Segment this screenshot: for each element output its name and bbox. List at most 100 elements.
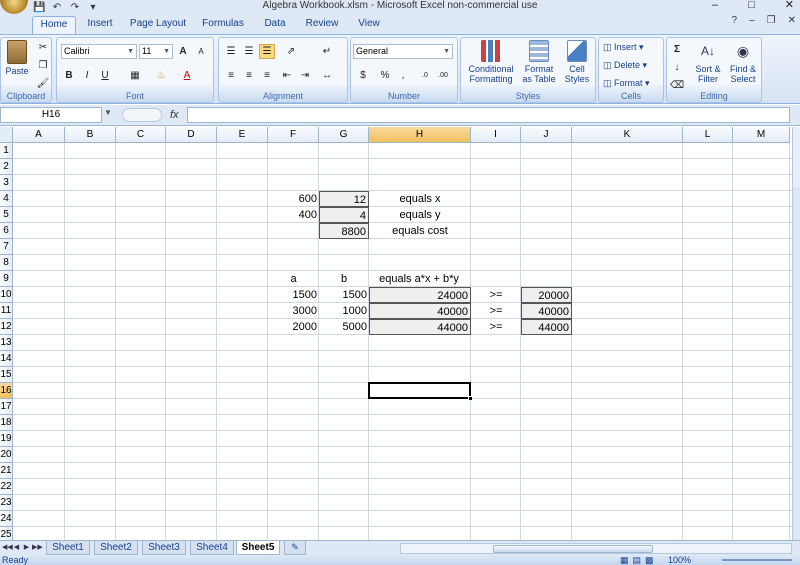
sheet-tab-1[interactable]: Sheet1 (46, 541, 90, 555)
cell-g5[interactable]: 4 (319, 207, 369, 223)
currency-button[interactable]: $ (355, 68, 371, 83)
column-header-h[interactable]: H (369, 127, 471, 143)
row-header-2[interactable]: 2 (0, 159, 13, 175)
cell-h5[interactable]: equals y (369, 207, 471, 223)
column-header-m[interactable]: M (733, 127, 790, 143)
cell-j10[interactable]: 20000 (521, 287, 572, 303)
tab-formulas[interactable]: Formulas (198, 16, 248, 34)
cell-f12[interactable]: 2000 (268, 319, 319, 335)
column-header-k[interactable]: K (572, 127, 683, 143)
underline-button[interactable]: U (97, 68, 113, 83)
cell-g12[interactable]: 5000 (319, 319, 369, 335)
tab-data[interactable]: Data (258, 16, 292, 34)
insert-cells-button[interactable]: ◫ Insert ▾ (603, 42, 661, 52)
cell-g6[interactable]: 8800 (319, 223, 369, 239)
format-as-table-button[interactable]: Format as Table (519, 40, 559, 84)
ribbon-close-button[interactable]: ✕ (788, 15, 796, 26)
align-bottom-icon[interactable]: ☰ (259, 44, 275, 59)
row-header-4[interactable]: 4 (0, 191, 13, 207)
format-cells-button[interactable]: ◫ Format ▾ (603, 78, 661, 88)
row-header-21[interactable]: 21 (0, 463, 13, 479)
percent-button[interactable]: % (377, 68, 393, 83)
maximize-button[interactable]: □ (748, 0, 755, 11)
borders-icon[interactable]: ▦ (127, 68, 143, 83)
tab-home[interactable]: Home (32, 16, 76, 34)
name-box-dropdown-icon[interactable]: ▼ (104, 108, 112, 117)
cell-h12[interactable]: 44000 (369, 319, 471, 335)
cell-j11[interactable]: 40000 (521, 303, 572, 319)
first-sheet-icon[interactable]: ◀◀ (2, 542, 13, 554)
cell-g4[interactable]: 12 (319, 191, 369, 207)
tab-page-layout[interactable]: Page Layout (128, 16, 188, 34)
row-header-11[interactable]: 11 (0, 303, 13, 319)
active-cell-h16[interactable] (368, 382, 473, 401)
cell-h9[interactable]: equals a*x + b*y (359, 271, 479, 287)
row-header-17[interactable]: 17 (0, 399, 13, 415)
italic-button[interactable]: I (79, 68, 95, 83)
copy-icon[interactable]: ❐ (35, 58, 51, 73)
wrap-text-icon[interactable]: ↵ (319, 44, 335, 59)
row-header-7[interactable]: 7 (0, 239, 13, 255)
tab-insert[interactable]: Insert (82, 16, 118, 34)
row-header-20[interactable]: 20 (0, 447, 13, 463)
shrink-font-icon[interactable]: A (193, 44, 209, 59)
cell-g10[interactable]: 1500 (319, 287, 369, 303)
cell-f4[interactable]: 600 (268, 191, 319, 207)
increase-decimal-icon[interactable]: .0 (417, 68, 433, 83)
orientation-icon[interactable]: ⇗ (283, 44, 299, 59)
row-header-13[interactable]: 13 (0, 335, 13, 351)
comma-button[interactable]: , (395, 68, 411, 83)
column-header-e[interactable]: E (217, 127, 268, 143)
page-layout-view-icon[interactable]: ▤ (633, 555, 642, 565)
select-all-button[interactable] (0, 127, 13, 143)
fill-color-icon[interactable]: ♨ (153, 68, 169, 83)
column-header-l[interactable]: L (683, 127, 733, 143)
cell-j12[interactable]: 44000 (521, 319, 572, 335)
number-format-combo[interactable]: General ▼ (353, 44, 453, 59)
font-color-icon[interactable]: A (179, 68, 195, 83)
cell-h4[interactable]: equals x (369, 191, 471, 207)
worksheet-grid[interactable]: ABCDEFGHIJKLM 1 2 3 4 5 6 7 8 9 10 11 12 13 14 15 16 17 1… (0, 127, 792, 540)
zoom-slider[interactable] (722, 559, 792, 561)
row-header-25[interactable]: 25 (0, 527, 13, 540)
cut-icon[interactable]: ✂ (35, 40, 51, 55)
row-header-15[interactable]: 15 (0, 367, 13, 383)
row-header-18[interactable]: 18 (0, 415, 13, 431)
row-header-12[interactable]: 12 (0, 319, 13, 335)
ribbon-minimize-button[interactable]: – (749, 15, 755, 26)
sheet-tab-2[interactable]: Sheet2 (94, 541, 138, 555)
horizontal-scroll-thumb[interactable] (493, 545, 653, 553)
tab-review[interactable]: Review (302, 16, 342, 34)
align-middle-icon[interactable]: ☰ (241, 44, 257, 59)
bold-button[interactable]: B (61, 68, 77, 83)
cell-styles-button[interactable]: Cell Styles (559, 40, 595, 84)
row-header-1[interactable]: 1 (0, 143, 13, 159)
cell-h10[interactable]: 24000 (369, 287, 471, 303)
decrease-indent-icon[interactable]: ⇤ (279, 68, 295, 83)
vertical-scrollbar[interactable] (792, 127, 800, 565)
formula-input[interactable] (187, 107, 790, 123)
prev-sheet-icon[interactable]: ◀ (12, 542, 21, 554)
find-select-button[interactable]: ◉ Find & Select (725, 40, 761, 84)
cell-h6[interactable]: equals cost (369, 223, 471, 239)
row-header-10[interactable]: 10 (0, 287, 13, 303)
sheet-tab-5[interactable]: Sheet5 (236, 541, 280, 555)
next-sheet-icon[interactable]: ▶ (22, 542, 31, 554)
column-header-a[interactable]: A (13, 127, 65, 143)
sort-filter-button[interactable]: A↓ Sort & Filter (691, 40, 725, 84)
column-header-i[interactable]: I (471, 127, 521, 143)
row-header-6[interactable]: 6 (0, 223, 13, 239)
cell-i10[interactable]: >= (471, 287, 521, 303)
tab-view[interactable]: View (352, 16, 386, 34)
row-header-9[interactable]: 9 (0, 271, 13, 287)
row-header-14[interactable]: 14 (0, 351, 13, 367)
font-name-combo[interactable]: Calibri ▼ (61, 44, 137, 59)
increase-indent-icon[interactable]: ⇥ (297, 68, 313, 83)
align-left-icon[interactable]: ≡ (223, 68, 239, 83)
column-header-b[interactable]: B (65, 127, 116, 143)
align-right-icon[interactable]: ≡ (259, 68, 275, 83)
page-break-view-icon[interactable]: ▩ (645, 555, 654, 565)
delete-cells-button[interactable]: ◫ Delete ▾ (603, 60, 661, 70)
row-header-16[interactable]: 16 (0, 383, 13, 399)
zoom-level[interactable]: 100% (668, 555, 691, 565)
